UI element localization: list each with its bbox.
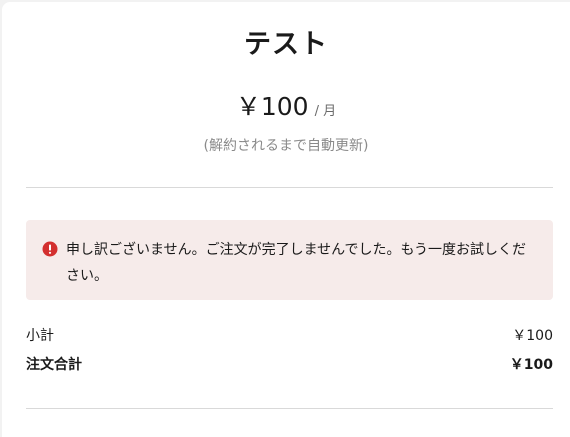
- renewal-note: (解約されるまで自動更新): [203, 138, 369, 154]
- alert-circle-icon: [42, 241, 58, 257]
- checkout-card: テスト ￥100 / 月 (解約されるまで自動更新) 申し訳ございません。ご注文が…: [2, 2, 570, 437]
- error-message: 申し訳ございません。ご注文が完了しませんでした。もう一度お試しください。: [66, 242, 527, 284]
- error-banner: 申し訳ございません。ご注文が完了しませんでした。もう一度お試しください。: [26, 220, 553, 300]
- subtotal-row: 小計 ￥100: [26, 326, 553, 346]
- subtotal-label: 小計: [26, 328, 54, 344]
- subtotal-value: ￥100: [512, 328, 553, 344]
- divider-bottom: [26, 408, 553, 409]
- total-label: 注文合計: [26, 357, 82, 373]
- total-value: ￥100: [509, 357, 553, 373]
- price-period: / 月: [314, 104, 337, 119]
- total-row: 注文合計 ￥100: [26, 355, 553, 375]
- plan-title: テスト: [244, 29, 328, 60]
- divider-top: [26, 187, 553, 188]
- price-row: ￥100 / 月: [2, 91, 570, 128]
- price-amount: ￥100: [235, 92, 309, 121]
